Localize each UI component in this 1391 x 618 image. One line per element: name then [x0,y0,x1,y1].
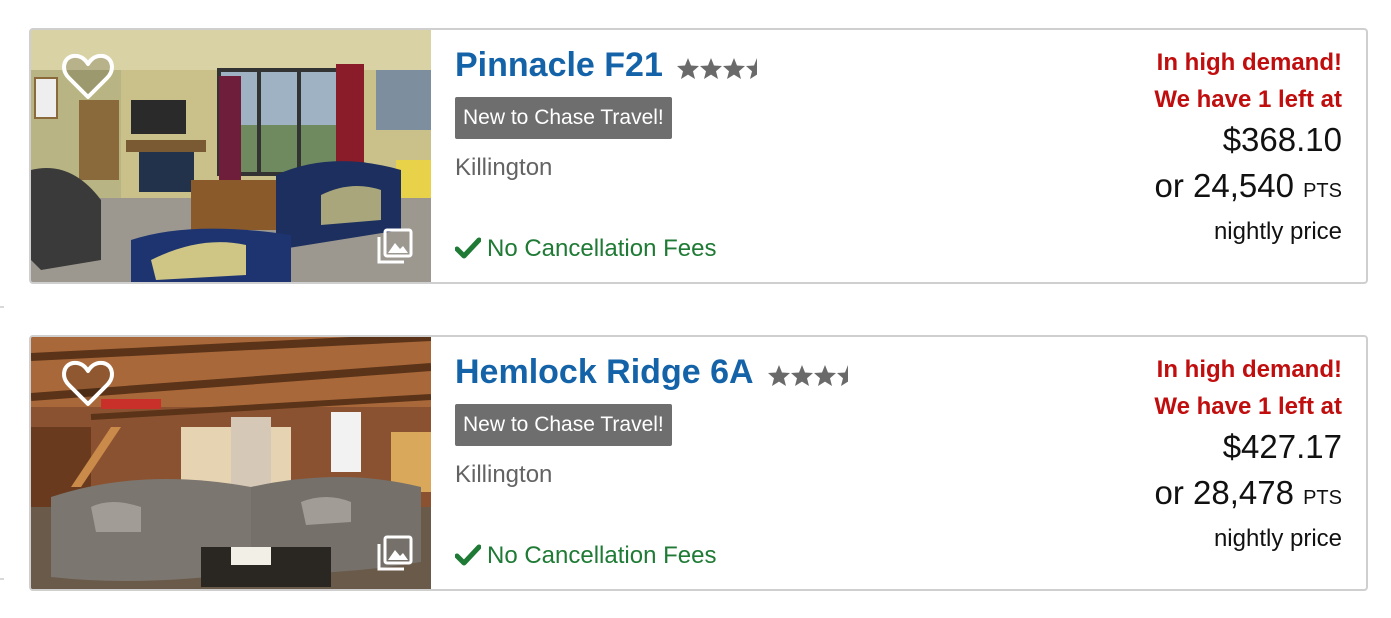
new-badge: New to Chase Travel! [455,404,672,446]
points-unit: PTS [1303,180,1342,202]
checkmark-icon [454,237,482,259]
points-value: 24,540 [1192,167,1294,204]
location-label: Killington [455,154,553,181]
demand-message: In high demand! [1156,356,1342,383]
location-label: Killington [455,461,553,488]
price-panel: In high demand! We have 1 left at $427.1… [1042,351,1342,556]
photo-gallery-icon[interactable] [377,535,413,571]
star-rating-icon [677,57,758,79]
listing-card-pinnacle-f21[interactable]: Pinnacle F21 New to Chase Travel! Killin… [29,28,1368,284]
listing-card-hemlock-ridge-6a[interactable]: Hemlock Ridge 6A New to Chase Travel! Ki… [29,335,1368,591]
hotel-name-link[interactable]: Hemlock Ridge 6A [455,353,754,391]
star-rating-icon [767,364,848,386]
points-value: 28,478 [1192,474,1294,511]
hotel-name-link[interactable]: Pinnacle F21 [455,46,663,84]
points-price: or 24,540 PTS [1042,162,1342,215]
cash-price: $368.10 [1222,121,1342,158]
photo-gallery-icon[interactable] [377,228,413,264]
listing-info: Pinnacle F21 New to Chase Travel! Killin… [454,30,1015,282]
price-panel: In high demand! We have 1 left at $368.1… [1042,44,1342,249]
points-unit: PTS [1303,487,1342,509]
divider-tick [0,578,4,580]
divider-tick [0,306,4,308]
cancellation-policy: No Cancellation Fees [454,235,717,263]
heart-outline-icon[interactable] [61,52,115,102]
cancellation-label: No Cancellation Fees [487,235,717,262]
price-note: nightly price [1213,218,1342,245]
availability-message: We have 1 left at [1154,393,1342,420]
demand-message: In high demand! [1156,49,1342,76]
heart-outline-icon[interactable] [61,359,115,409]
new-badge: New to Chase Travel! [455,97,672,139]
title-row: Hemlock Ridge 6A [455,353,860,392]
checkmark-icon [454,544,482,566]
points-price: or 28,478 PTS [1042,469,1342,522]
availability-message: We have 1 left at [1154,86,1342,113]
cancellation-policy: No Cancellation Fees [454,542,717,570]
listing-info: Hemlock Ridge 6A New to Chase Travel! Ki… [454,337,1015,589]
price-note: nightly price [1213,525,1342,552]
listing-photo[interactable] [31,337,431,589]
cancellation-label: No Cancellation Fees [487,542,717,569]
points-prefix: or [1154,167,1193,204]
title-row: Pinnacle F21 [455,46,769,85]
points-prefix: or [1154,474,1193,511]
cash-price: $427.17 [1222,428,1342,465]
listing-photo[interactable] [31,30,431,282]
